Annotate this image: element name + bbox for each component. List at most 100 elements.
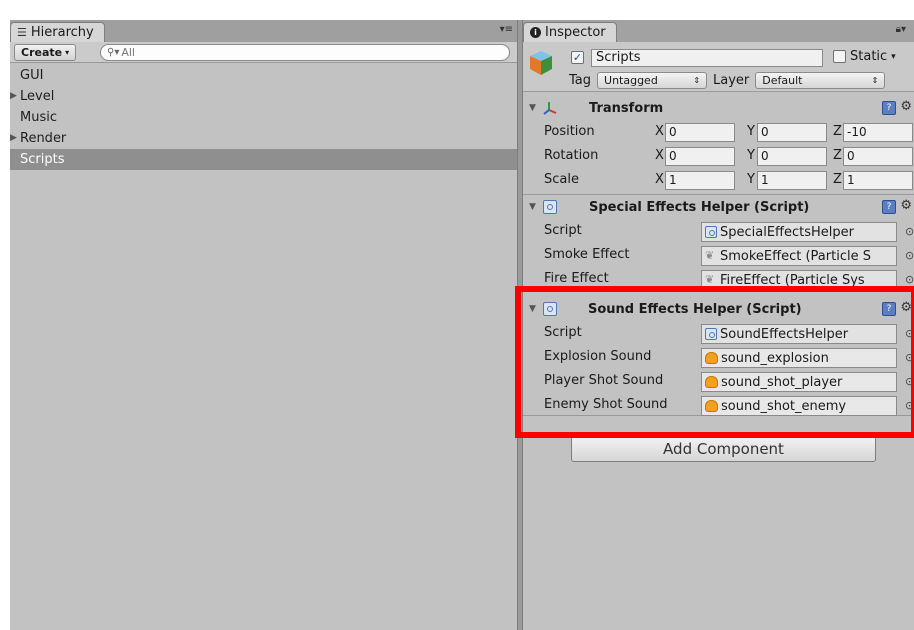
audio-icon xyxy=(705,400,718,412)
transform-row: Position X 0 Y 0 Z -10 xyxy=(523,121,914,145)
list-icon: ☰ xyxy=(17,26,27,39)
hierarchy-list: GUI ▶ Level Music ▶ Render Scripts xyxy=(10,65,517,170)
property-row: Script SpecialEffectsHelper ⊙ xyxy=(523,220,914,244)
panel-menu-icon[interactable]: ▾≡ xyxy=(500,24,513,35)
property-row: Player Shot Sound sound_shot_player ⊙ xyxy=(523,370,914,394)
object-picker-icon[interactable]: ⊙ xyxy=(905,351,914,364)
axis-z-input[interactable]: 0 xyxy=(843,147,913,166)
tag-label: Tag xyxy=(569,73,592,88)
object-field[interactable]: sound_explosion xyxy=(701,348,897,368)
axis-z-label[interactable]: Z xyxy=(833,124,842,139)
fold-arrow-icon[interactable]: ▶ xyxy=(10,86,17,107)
particle-icon: ❦ xyxy=(705,249,715,262)
chevron-updown-icon: ⇕ xyxy=(693,76,701,85)
help-icon[interactable]: ? xyxy=(882,200,896,214)
axis-z-input[interactable]: 1 xyxy=(843,171,913,190)
axis-y-input[interactable]: 0 xyxy=(757,123,827,142)
special-effects-header[interactable]: ▼ Special Effects Helper (Script) ? ⚙ xyxy=(523,196,914,220)
axis-x-label[interactable]: X xyxy=(655,148,664,163)
search-icon: ⚲▾ xyxy=(107,47,120,58)
lock-icon[interactable]: 🔒︎▾ xyxy=(896,24,906,35)
sound-effects-header[interactable]: ▼ Sound Effects Helper (Script) ? ⚙ xyxy=(523,298,914,322)
special-effects-rows: Script SpecialEffectsHelper ⊙ Smoke Effect ❦… xyxy=(523,220,914,292)
gameobject-name-field[interactable]: Scripts xyxy=(591,49,823,67)
object-picker-icon[interactable]: ⊙ xyxy=(905,375,914,388)
audio-icon xyxy=(705,376,718,388)
special-effects-component: ▼ Special Effects Helper (Script) ? ⚙ Sc… xyxy=(523,196,914,290)
axis-z-label[interactable]: Z xyxy=(833,148,842,163)
hierarchy-item-label: Render xyxy=(20,131,67,146)
property-label: Player Shot Sound xyxy=(544,373,664,388)
axis-y-input[interactable]: 0 xyxy=(757,147,827,166)
hierarchy-toolbar: Create ▾ ⚲▾ All xyxy=(10,42,517,63)
tab-inspector[interactable]: i Inspector xyxy=(523,22,617,42)
help-icon[interactable]: ? xyxy=(882,101,896,115)
help-icon[interactable]: ? xyxy=(882,302,896,316)
property-label: Enemy Shot Sound xyxy=(544,397,668,412)
property-row: Enemy Shot Sound sound_shot_enemy ⊙ xyxy=(523,394,914,418)
transform-component: ▼ Transform ? ⚙ Position X 0 Y 0 Z -10 Rotation… xyxy=(523,97,914,195)
object-picker-icon[interactable]: ⊙ xyxy=(905,273,914,286)
axis-x-input[interactable]: 0 xyxy=(665,123,735,142)
search-placeholder: All xyxy=(121,46,135,59)
fold-arrow-icon[interactable]: ▼ xyxy=(529,103,536,113)
gear-icon[interactable]: ⚙ xyxy=(900,300,912,315)
chevron-down-icon[interactable]: ▾ xyxy=(891,52,896,62)
transform-row: Rotation X 0 Y 0 Z 0 xyxy=(523,145,914,169)
axis-x-input[interactable]: 0 xyxy=(665,147,735,166)
create-button[interactable]: Create ▾ xyxy=(14,44,77,61)
static-checkbox[interactable] xyxy=(833,50,846,63)
object-picker-icon[interactable]: ⊙ xyxy=(905,327,914,340)
axis-x-label[interactable]: X xyxy=(655,172,664,187)
object-field-value: sound_shot_player xyxy=(721,374,843,390)
hierarchy-item[interactable]: Scripts xyxy=(10,149,517,170)
gameobject-header: ✓ Scripts Static ▾ Tag Untagged ⇕ Layer … xyxy=(523,42,914,92)
axis-y-label[interactable]: Y xyxy=(747,124,755,139)
fold-arrow-icon[interactable]: ▶ xyxy=(10,128,17,149)
hierarchy-item[interactable]: Music xyxy=(10,107,517,128)
special-effects-title: Special Effects Helper (Script) xyxy=(589,200,810,215)
static-toggle[interactable]: Static ▾ xyxy=(833,49,896,64)
object-picker-icon[interactable]: ⊙ xyxy=(905,225,914,238)
object-field[interactable]: ❦ FireEffect (Particle Sys xyxy=(701,270,897,290)
hierarchy-item[interactable]: GUI xyxy=(10,65,517,86)
axis-x-input[interactable]: 1 xyxy=(665,171,735,190)
object-field-value: sound_shot_enemy xyxy=(721,398,847,414)
axis-z-label[interactable]: Z xyxy=(833,172,842,187)
audio-icon xyxy=(705,352,718,364)
object-field[interactable]: ❦ SmokeEffect (Particle S xyxy=(701,246,897,266)
axis-y-input[interactable]: 1 xyxy=(757,171,827,190)
axis-y-label[interactable]: Y xyxy=(747,172,755,187)
property-label: Fire Effect xyxy=(544,271,609,286)
object-field[interactable]: sound_shot_player xyxy=(701,372,897,392)
property-row: Smoke Effect ❦ SmokeEffect (Particle S ⊙ xyxy=(523,244,914,268)
hierarchy-item[interactable]: ▶ Render xyxy=(10,128,517,149)
fold-arrow-icon[interactable]: ▼ xyxy=(529,304,536,314)
tag-dropdown[interactable]: Untagged ⇕ xyxy=(597,72,708,89)
object-field[interactable]: sound_shot_enemy xyxy=(701,396,897,416)
gear-icon[interactable]: ⚙ xyxy=(900,198,912,213)
transform-header[interactable]: ▼ Transform ? ⚙ xyxy=(523,97,914,121)
layer-dropdown[interactable]: Default ⇕ xyxy=(755,72,886,89)
fold-arrow-icon[interactable]: ▼ xyxy=(529,202,536,212)
info-icon: i xyxy=(530,27,541,38)
hierarchy-tabbar: ☰ Hierarchy ▾≡ xyxy=(10,20,517,42)
object-picker-icon[interactable]: ⊙ xyxy=(905,249,914,262)
add-component-button[interactable]: Add Component xyxy=(571,436,876,462)
tab-hierarchy[interactable]: ☰ Hierarchy xyxy=(10,22,105,42)
gameobject-cube-icon xyxy=(530,51,552,75)
layer-label: Layer xyxy=(713,73,750,88)
hierarchy-search-input[interactable]: ⚲▾ All xyxy=(100,44,510,61)
hierarchy-item[interactable]: ▶ Level xyxy=(10,86,517,107)
object-field[interactable]: SpecialEffectsHelper xyxy=(701,222,897,242)
active-checkbox[interactable]: ✓ xyxy=(571,51,584,64)
transform-axes-icon xyxy=(543,102,557,115)
axis-y-label[interactable]: Y xyxy=(747,148,755,163)
axis-x-label[interactable]: X xyxy=(655,124,664,139)
object-field-value: SpecialEffectsHelper xyxy=(720,224,855,240)
object-picker-icon[interactable]: ⊙ xyxy=(905,399,914,412)
object-field[interactable]: SoundEffectsHelper xyxy=(701,324,897,344)
axis-z-input[interactable]: -10 xyxy=(843,123,913,142)
gear-icon[interactable]: ⚙ xyxy=(900,99,912,114)
property-label: Rotation xyxy=(544,148,599,163)
